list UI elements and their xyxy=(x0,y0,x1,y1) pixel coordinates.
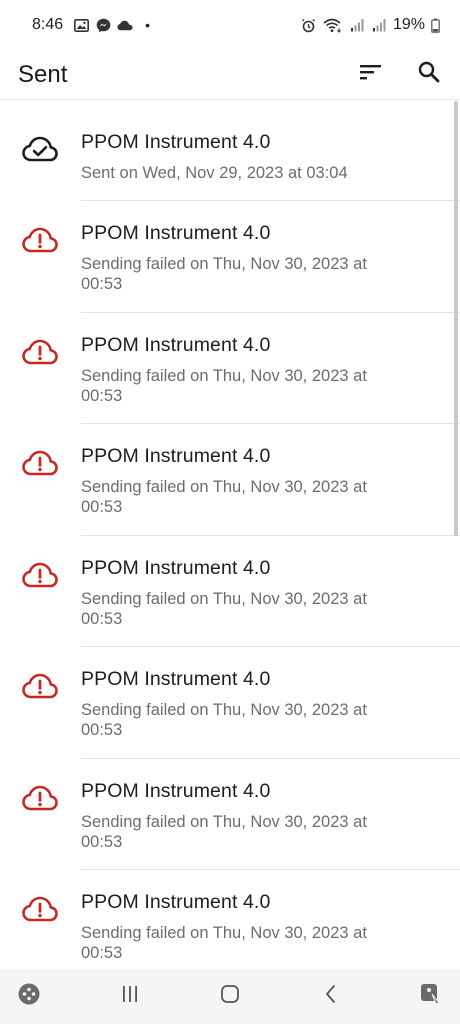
list-item[interactable]: PPOM Instrument 4.0 Sending failed on Th… xyxy=(0,313,460,424)
list-item-text: PPOM Instrument 4.0 Sent on Wed, Nov 29,… xyxy=(81,131,400,183)
list-item-subtitle: Sending failed on Thu, Nov 30, 2023 at 0… xyxy=(81,701,367,739)
list-item[interactable]: PPOM Instrument 4.0 Sent on Wed, Nov 29,… xyxy=(0,101,460,201)
app-bar: Sent xyxy=(0,50,460,100)
app-bar-actions xyxy=(356,60,444,90)
list-item[interactable]: PPOM Instrument 4.0 Sending failed on Th… xyxy=(0,759,460,870)
recents-icon xyxy=(120,984,140,1009)
list-item-title: PPOM Instrument 4.0 xyxy=(81,445,271,467)
cloud-error-icon xyxy=(22,896,58,922)
status-time: 8:46 xyxy=(32,16,64,33)
list-item-text: PPOM Instrument 4.0 Sending failed on Th… xyxy=(81,445,400,517)
list-item-title: PPOM Instrument 4.0 xyxy=(81,668,271,690)
recents-button[interactable] xyxy=(117,984,143,1010)
list-item-text: PPOM Instrument 4.0 Sending failed on Th… xyxy=(81,334,400,406)
battery-percent: 19% xyxy=(392,16,425,33)
game-launcher-icon xyxy=(17,982,41,1011)
status-dot: • xyxy=(145,17,151,33)
list-item-text: PPOM Instrument 4.0 Sending failed on Th… xyxy=(81,668,400,740)
list-item[interactable]: PPOM Instrument 4.0 Sending failed on Th… xyxy=(0,870,460,969)
search-icon xyxy=(418,61,440,88)
list-item-text: PPOM Instrument 4.0 Sending failed on Th… xyxy=(81,891,400,963)
sort-button[interactable] xyxy=(356,60,386,90)
list-item-text: PPOM Instrument 4.0 Sending failed on Th… xyxy=(81,222,400,294)
accessibility-button[interactable] xyxy=(418,984,444,1010)
list-item-title: PPOM Instrument 4.0 xyxy=(81,131,271,153)
cloud-error-icon xyxy=(22,450,58,476)
list-item-title: PPOM Instrument 4.0 xyxy=(81,222,271,244)
list-item-title: PPOM Instrument 4.0 xyxy=(81,333,271,356)
game-launcher-button[interactable] xyxy=(16,982,42,1011)
list-item-subtitle: Sending failed on Thu, Nov 30, 2023 at 0… xyxy=(81,812,367,851)
back-button[interactable] xyxy=(318,984,344,1010)
list-item-subtitle: Sent on Wed, Nov 29, 2023 at 03:04 xyxy=(81,164,348,182)
home-icon xyxy=(220,984,240,1009)
image-icon xyxy=(73,18,89,32)
sent-forms-list: PPOM Instrument 4.0 Sent on Wed, Nov 29,… xyxy=(0,101,460,969)
list-item-title: PPOM Instrument 4.0 xyxy=(81,891,271,913)
cloud-error-icon xyxy=(22,339,58,365)
list-item[interactable]: PPOM Instrument 4.0 Sending failed on Th… xyxy=(0,424,460,536)
list-item-subtitle: Sending failed on Thu, Nov 30, 2023 at 0… xyxy=(81,924,367,962)
home-button[interactable] xyxy=(217,984,243,1010)
list-item-subtitle: Sending failed on Thu, Nov 30, 2023 at 0… xyxy=(81,366,367,405)
list-item-subtitle: Sending failed on Thu, Nov 30, 2023 at 0… xyxy=(81,255,367,293)
status-bar-left: 8:46 • xyxy=(32,16,150,34)
list-item[interactable]: PPOM Instrument 4.0 Sending failed on Th… xyxy=(0,536,460,647)
list-item-title: PPOM Instrument 4.0 xyxy=(81,556,271,579)
signal-icon-2 xyxy=(371,18,387,32)
search-button[interactable] xyxy=(414,60,444,90)
list-item-text: PPOM Instrument 4.0 Sending failed on Th… xyxy=(81,557,400,629)
cloud-error-icon xyxy=(22,673,58,699)
cloud-error-icon xyxy=(22,227,58,253)
list-item[interactable]: PPOM Instrument 4.0 Sending failed on Th… xyxy=(0,647,460,759)
list-item-title: PPOM Instrument 4.0 xyxy=(81,779,271,802)
navigation-bar xyxy=(0,969,460,1024)
list-item-subtitle: Sending failed on Thu, Nov 30, 2023 at 0… xyxy=(81,589,367,628)
scrollbar[interactable] xyxy=(454,101,458,536)
sort-icon xyxy=(360,64,382,85)
cloud-error-icon xyxy=(22,562,58,588)
list-item[interactable]: PPOM Instrument 4.0 Sending failed on Th… xyxy=(0,201,460,313)
back-icon xyxy=(323,984,339,1009)
cloud-error-icon xyxy=(22,785,58,811)
messenger-icon xyxy=(95,18,111,32)
page-title: Sent xyxy=(18,60,68,88)
list-item-text: PPOM Instrument 4.0 Sending failed on Th… xyxy=(81,780,400,852)
status-bar-right: 19% xyxy=(301,16,440,34)
cloud-done-icon xyxy=(22,136,58,162)
status-bar: 8:46 • 19% xyxy=(0,0,460,50)
battery-icon xyxy=(431,18,440,33)
alarm-icon xyxy=(301,18,317,32)
accessibility-icon xyxy=(419,982,443,1011)
cloud-icon xyxy=(117,18,133,32)
list-item-subtitle: Sending failed on Thu, Nov 30, 2023 at 0… xyxy=(81,478,367,516)
wifi-icon xyxy=(323,18,343,33)
signal-icon xyxy=(349,18,365,32)
